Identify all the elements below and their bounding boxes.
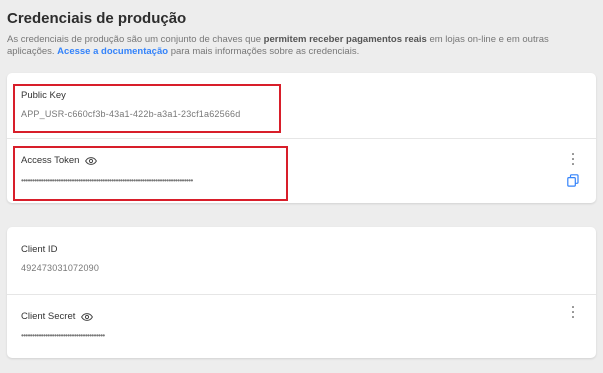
divider: [7, 138, 596, 139]
more-vertical-icon[interactable]: [570, 306, 576, 318]
divider: [7, 294, 596, 295]
client-secret-label-text: Client Secret: [21, 311, 76, 322]
client-id-label: Client ID: [21, 244, 57, 255]
client-secret-label: Client Secret: [21, 311, 94, 322]
more-vertical-icon[interactable]: [570, 153, 576, 165]
client-id-value[interactable]: 492473031072090: [21, 263, 99, 273]
highlight-box-access-token: [13, 146, 288, 201]
copy-icon[interactable]: [567, 174, 579, 187]
documentation-link[interactable]: Acesse a documentação: [57, 46, 168, 57]
highlight-box-public-key: [13, 84, 281, 133]
client-credentials-card: Client ID 492473031072090 Client Secret …: [7, 227, 596, 358]
client-secret-masked-value[interactable]: ••••••••••••••••••••••••••••••••••••••: [21, 331, 139, 340]
description-text-3: para mais informações sobre as credencia…: [168, 46, 360, 57]
eye-icon[interactable]: [81, 312, 94, 321]
page-title: Credenciais de produção: [7, 10, 187, 27]
page-description: As credenciais de produção são um conjun…: [7, 34, 597, 58]
description-text: As credenciais de produção são um conjun…: [7, 34, 264, 45]
description-bold: permitem receber pagamentos reais: [263, 34, 427, 45]
client-id-label-text: Client ID: [21, 244, 58, 255]
